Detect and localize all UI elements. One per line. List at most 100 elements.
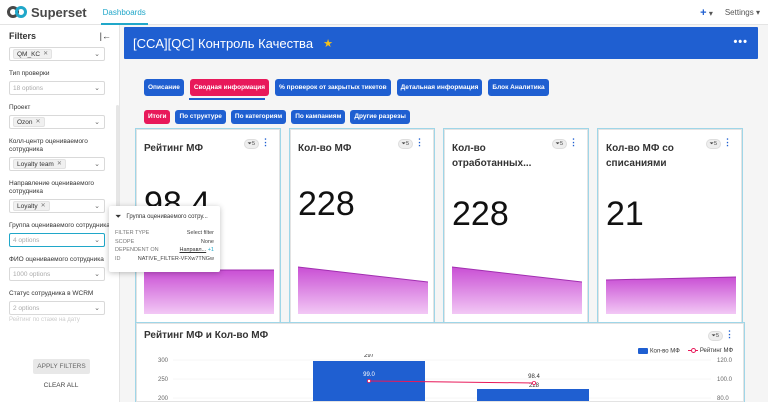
new-menu[interactable]: + ▾ (700, 7, 713, 19)
apply-filters-button[interactable]: APPLY FILTERS (33, 359, 90, 374)
combo-chart: 300 250 200 120.0 100.0 80.0 297 228 99.… (158, 354, 733, 402)
dashboard-subtabs: Итоги По структуре По категориям По камп… (144, 110, 410, 124)
filter-select-project[interactable]: Ozon ✕ ⌄ (9, 115, 105, 129)
dependent-filter-link[interactable]: Направл... (179, 247, 206, 253)
tab-detailed[interactable]: Детальная информация (396, 79, 483, 96)
chevron-down-icon: ⌄ (94, 271, 100, 278)
subtab-campaigns[interactable]: По кампаниям (291, 110, 346, 124)
remove-tag-icon[interactable]: ✕ (43, 50, 48, 59)
y-tick-right: 100.0 (717, 377, 733, 383)
card-title: Кол-во отработанных... (452, 143, 532, 169)
tab-closed-tickets[interactable]: % проверок от закрытых тикетов (275, 79, 391, 96)
filter-label-faded: Рейтинг по стаже на дату (9, 317, 80, 323)
y-tick-right: 120.0 (717, 358, 733, 364)
filter-select-0[interactable]: QM_KC ✕ ⌄ (9, 47, 105, 61)
remove-tag-icon[interactable]: ✕ (41, 202, 46, 211)
tab-description[interactable]: Описание (144, 79, 184, 96)
kpi-card-processed: Кол-во отработанных... ⏷5 ⋮ 228 (444, 129, 588, 323)
filter-count-badge[interactable]: ⏷5 (707, 331, 723, 341)
sparkline-chart (606, 276, 736, 314)
caret-down-icon: ▾ (708, 8, 713, 18)
filters-title: Filters (9, 31, 37, 41)
filter-label: ФИО оцениваемого сотрудника (9, 256, 104, 263)
tab-summary[interactable]: Сводная информация (189, 79, 270, 96)
filter-select-group[interactable]: 4 options ⌄ (9, 233, 105, 247)
card-menu-icon[interactable]: ⋮ (723, 137, 732, 148)
y-tick-right: 80.0 (717, 396, 729, 402)
sparkline-chart (452, 266, 582, 314)
filter-label: Направление оцениваемого сотрудника (9, 180, 95, 195)
filter-tag: Loyalty ✕ (13, 201, 50, 211)
remove-tag-icon[interactable]: ✕ (57, 160, 62, 169)
chevron-down-icon: ⌄ (94, 51, 100, 58)
filter-select-status[interactable]: 2 options ⌄ (9, 301, 105, 315)
dashboard-header: [CCA][QC] Контроль Качества ★ ••• (124, 27, 758, 59)
card-menu-icon[interactable]: ⋮ (261, 137, 270, 148)
kpi-card-count: Кол-во МФ ⏷5 ⋮ 228 (290, 129, 434, 323)
subtab-totals[interactable]: Итоги (144, 110, 171, 124)
filter-label: Колл-центр оцениваемого сотрудника (9, 138, 88, 153)
card-title: Кол-во МФ (298, 143, 352, 154)
superset-logo-icon (7, 6, 27, 18)
card-menu-icon[interactable]: ⋮ (415, 137, 424, 148)
filter-tag: Loyalty team ✕ (13, 159, 66, 169)
kpi-card-writeoffs: Кол-во МФ со списаниями ⏷5 ⋮ 21 (598, 129, 742, 323)
filter-funnel-icon: ⏷ (115, 212, 122, 221)
bar-count-2 (477, 389, 589, 401)
filter-placeholder: 2 options (13, 304, 40, 312)
filter-info-popover: ⏷ Группа оцениваемого сотру... FILTER TY… (109, 206, 220, 272)
filter-label: Проект (9, 104, 31, 111)
card-menu-icon[interactable]: ⋮ (569, 137, 578, 148)
chevron-down-icon: ⌄ (94, 119, 100, 126)
rating-point (531, 380, 536, 385)
sparkline-chart (298, 266, 428, 314)
filter-select-check-type[interactable]: 18 options ⌄ (9, 81, 105, 95)
popover-row: DEPENDENT ON Направл... +1 (115, 247, 214, 253)
filter-label: Группа оцениваемого сотрудника (9, 222, 110, 229)
filter-count-badge[interactable]: ⏷5 (397, 139, 413, 149)
chevron-down-icon: ⌄ (94, 237, 100, 244)
clear-all-button[interactable]: CLEAR ALL (30, 382, 92, 389)
collapse-panel-icon[interactable]: |← (100, 31, 111, 41)
filter-select-call-center[interactable]: Loyalty team ✕ ⌄ (9, 157, 105, 171)
card-title: Кол-во МФ со списаниями (606, 143, 674, 169)
filter-tag: Ozon ✕ (13, 117, 45, 127)
chevron-down-icon: ⌄ (94, 305, 100, 312)
filter-count-badge[interactable]: ⏷5 (243, 139, 259, 149)
card-value: 228 (452, 195, 509, 233)
top-navbar: Superset Dashboards + ▾ Settings ▾ (0, 0, 768, 25)
popover-row: ID NATIVE_FILTER-VFXw7TNGw (115, 255, 214, 262)
filter-tag: QM_KC ✕ (13, 49, 53, 59)
subtab-categories[interactable]: По категориям (230, 110, 287, 124)
settings-menu[interactable]: Settings ▾ (725, 8, 760, 17)
filters-panel: Filters |← QM_KC ✕ ⌄ Тип проверки 18 opti… (0, 25, 120, 402)
filter-label: Статус сотрудника в WCRM (9, 290, 94, 297)
card-menu-icon[interactable]: ⋮ (725, 329, 734, 340)
filters-scrollbar[interactable] (116, 105, 119, 215)
line-label: 99.0 (363, 372, 375, 378)
more-dependencies-link[interactable]: +1 (208, 247, 214, 253)
filter-count-badge[interactable]: ⏷5 (551, 139, 567, 149)
dashboard-tabs: Описание Сводная информация % проверок о… (144, 79, 549, 96)
y-tick-left: 300 (158, 358, 169, 364)
combo-chart-card: Рейтинг МФ и Кол-во МФ ⏷5 ⋮ Кол-во МФ Ре… (136, 323, 744, 402)
y-tick-left: 250 (158, 377, 169, 383)
subtab-structure[interactable]: По структуре (175, 110, 226, 124)
filter-select-direction[interactable]: Loyalty ✕ ⌄ (9, 199, 105, 213)
subtab-other[interactable]: Другие разрезы (350, 110, 410, 124)
filter-placeholder: 18 options (13, 84, 43, 92)
y-tick-left: 200 (158, 396, 169, 402)
popover-row: SCOPE None (115, 238, 214, 245)
filter-label: Тип проверки (9, 70, 50, 77)
chart-title: Рейтинг МФ и Кол-во МФ (144, 330, 269, 341)
tab-analytics[interactable]: Блок Аналитика (488, 79, 549, 96)
rating-point (366, 378, 371, 383)
more-options-icon[interactable]: ••• (733, 36, 748, 48)
superset-logo[interactable]: Superset (7, 5, 87, 20)
caret-down-icon: ▾ (755, 8, 760, 17)
star-icon[interactable]: ★ (323, 37, 333, 50)
filter-select-employee[interactable]: 1000 options ⌄ (9, 267, 105, 281)
remove-tag-icon[interactable]: ✕ (36, 118, 41, 127)
nav-dashboards[interactable]: Dashboards (100, 0, 148, 25)
filter-count-badge[interactable]: ⏷5 (705, 139, 721, 149)
